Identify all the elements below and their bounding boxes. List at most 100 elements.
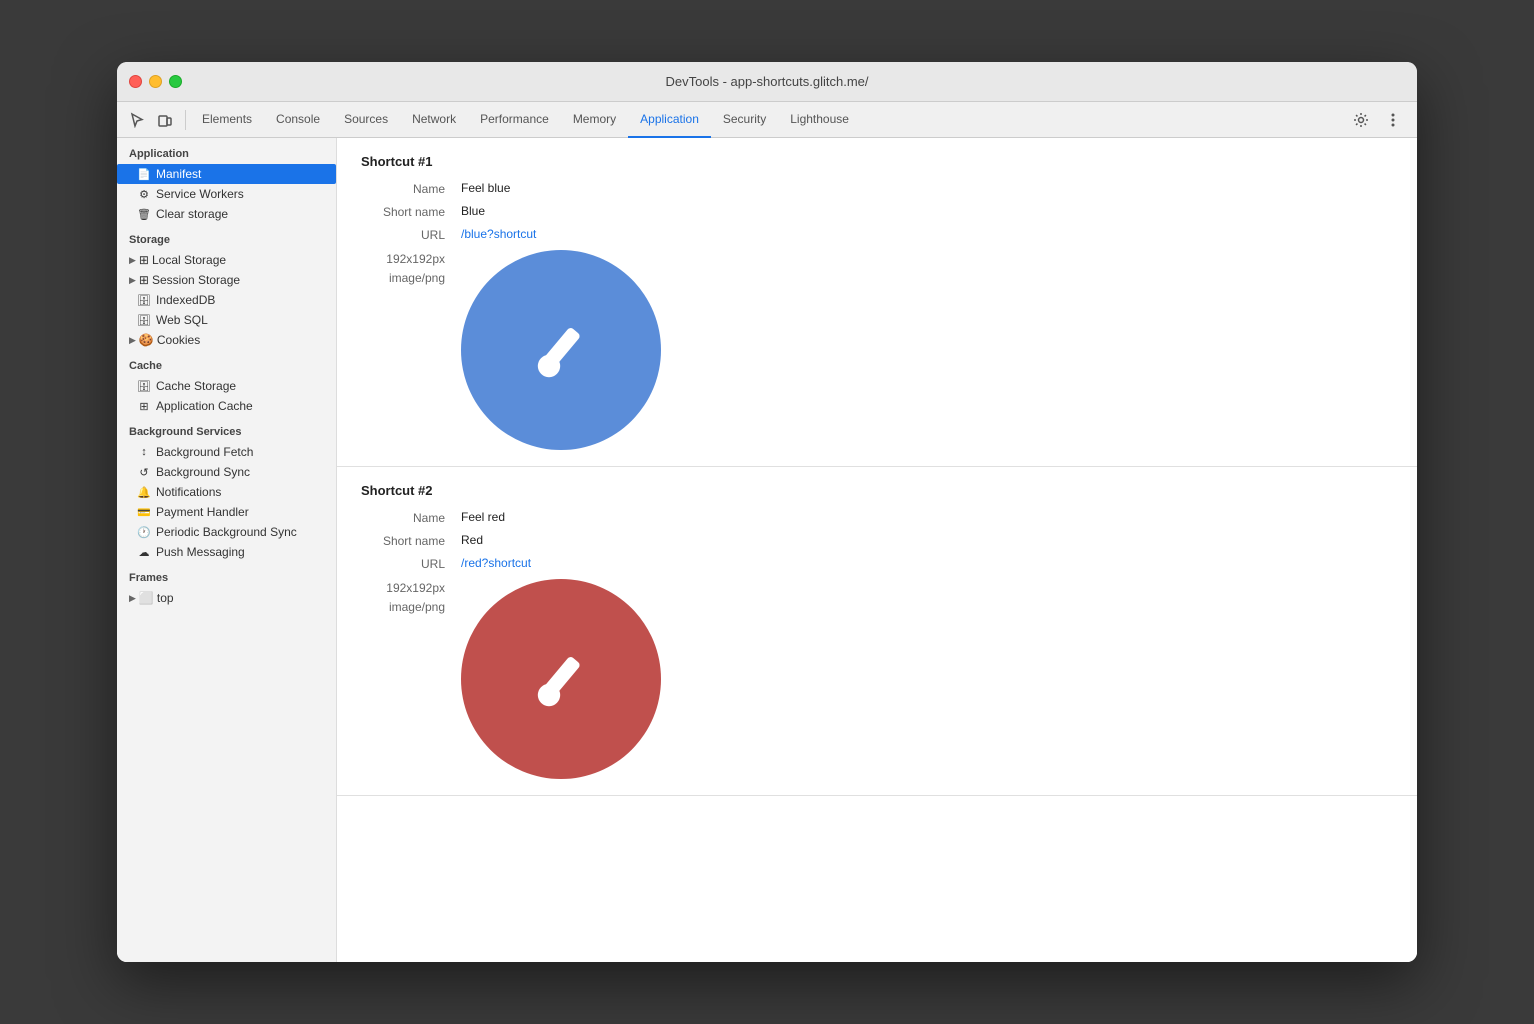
tab-sources[interactable]: Sources: [332, 102, 400, 138]
sidebar: Application 📄 Manifest ⚙ Service Workers…: [117, 138, 337, 962]
background-fetch-icon: ↕: [137, 446, 151, 458]
shortcut-2-url-link[interactable]: /red?shortcut: [461, 556, 531, 570]
sidebar-item-top[interactable]: ▶ ⬜ top: [117, 588, 336, 608]
paint-brush-icon-blue: [521, 310, 601, 390]
section-label-frames: Frames: [117, 562, 336, 588]
sidebar-item-application-cache-label: Application Cache: [156, 399, 253, 413]
sidebar-item-push-messaging-label: Push Messaging: [156, 545, 245, 559]
cookies-icon: 🍪: [139, 333, 154, 347]
short-name-label-2: Short name: [361, 533, 461, 548]
payment-handler-icon: 💳: [137, 506, 151, 519]
sidebar-item-background-fetch-label: Background Fetch: [156, 445, 253, 459]
expand-arrow-local-storage: ▶: [129, 255, 136, 266]
shortcut-1-image-type: image/png: [389, 271, 445, 285]
paint-brush-icon-red: [521, 639, 601, 719]
devtools-window: DevTools - app-shortcuts.glitch.me/ Elem…: [117, 62, 1417, 962]
shortcut-1-name-row: Name Feel blue: [361, 181, 1393, 196]
shortcut-1-image-container: 192x192px image/png: [361, 250, 1393, 450]
close-button[interactable]: [129, 75, 142, 88]
shortcut-2-url-row: URL /red?shortcut: [361, 556, 1393, 571]
section-label-background-services: Background Services: [117, 416, 336, 442]
sidebar-item-web-sql[interactable]: 🗄 Web SQL: [117, 310, 336, 330]
tab-memory[interactable]: Memory: [561, 102, 628, 138]
settings-icon[interactable]: [1349, 108, 1373, 132]
sidebar-item-clear-storage-label: Clear storage: [156, 207, 228, 221]
sidebar-item-background-sync-label: Background Sync: [156, 465, 250, 479]
sidebar-item-payment-handler[interactable]: 💳 Payment Handler: [117, 502, 336, 522]
section-label-application: Application: [117, 138, 336, 164]
sidebar-item-session-storage[interactable]: ▶ ⊞ Session Storage: [117, 270, 336, 290]
sidebar-item-indexeddb-label: IndexedDB: [156, 293, 215, 307]
more-icon[interactable]: [1381, 108, 1405, 132]
shortcut-2-short-name-value: Red: [461, 533, 483, 547]
tab-console[interactable]: Console: [264, 102, 332, 138]
title-bar: DevTools - app-shortcuts.glitch.me/: [117, 62, 1417, 102]
sidebar-item-cookies[interactable]: ▶ 🍪 Cookies: [117, 330, 336, 350]
shortcut-1-title: Shortcut #1: [361, 154, 1393, 169]
sidebar-item-push-messaging[interactable]: ☁ Push Messaging: [117, 542, 336, 562]
shortcut-1-image: [461, 250, 661, 450]
device-icon[interactable]: [153, 108, 177, 132]
tab-application[interactable]: Application: [628, 102, 711, 138]
shortcut-2-name-value: Feel red: [461, 510, 505, 524]
expand-arrow-top: ▶: [129, 593, 136, 604]
shortcut-2-title: Shortcut #2: [361, 483, 1393, 498]
sidebar-item-cache-storage-label: Cache Storage: [156, 379, 236, 393]
tab-performance[interactable]: Performance: [468, 102, 561, 138]
shortcut-1-image-label: 192x192px image/png: [361, 250, 461, 288]
tab-lighthouse[interactable]: Lighthouse: [778, 102, 861, 138]
shortcut-2-image: [461, 579, 661, 779]
tab-bar-actions: [1349, 108, 1409, 132]
sidebar-item-indexeddb[interactable]: 🗄 IndexedDB: [117, 290, 336, 310]
expand-arrow-cookies: ▶: [129, 335, 136, 346]
sidebar-item-background-fetch[interactable]: ↕ Background Fetch: [117, 442, 336, 462]
indexeddb-icon: 🗄: [137, 294, 151, 307]
sidebar-item-clear-storage[interactable]: 🗑 Clear storage: [117, 204, 336, 224]
shortcut-2-image-label: 192x192px image/png: [361, 579, 461, 617]
sidebar-item-service-workers-label: Service Workers: [156, 187, 244, 201]
sidebar-item-payment-handler-label: Payment Handler: [156, 505, 249, 519]
shortcut-1-image-size: 192x192px: [386, 252, 445, 266]
shortcut-1-url-row: URL /blue?shortcut: [361, 227, 1393, 242]
shortcut-1-short-name-value: Blue: [461, 204, 485, 218]
push-messaging-icon: ☁: [137, 546, 151, 559]
cursor-icon[interactable]: [125, 108, 149, 132]
shortcut-1-section: Shortcut #1 Name Feel blue Short name Bl…: [337, 138, 1417, 467]
tab-separator: [185, 110, 186, 130]
maximize-button[interactable]: [169, 75, 182, 88]
application-cache-icon: ⊞: [137, 400, 151, 413]
cache-storage-icon: 🗄: [137, 380, 151, 393]
short-name-label: Short name: [361, 204, 461, 219]
section-label-storage: Storage: [117, 224, 336, 250]
sidebar-item-manifest[interactable]: 📄 Manifest: [117, 164, 336, 184]
tab-network[interactable]: Network: [400, 102, 468, 138]
sidebar-item-background-sync[interactable]: ↺ Background Sync: [117, 462, 336, 482]
sidebar-item-notifications[interactable]: 🔔 Notifications: [117, 482, 336, 502]
sidebar-item-application-cache[interactable]: ⊞ Application Cache: [117, 396, 336, 416]
shortcut-2-short-name-row: Short name Red: [361, 533, 1393, 548]
shortcut-2-image-container: 192x192px image/png: [361, 579, 1393, 779]
section-label-cache: Cache: [117, 350, 336, 376]
minimize-button[interactable]: [149, 75, 162, 88]
shortcut-2-image-size: 192x192px: [386, 581, 445, 595]
shortcut-1-url-link[interactable]: /blue?shortcut: [461, 227, 536, 241]
session-storage-icon: ⊞: [139, 273, 149, 287]
sidebar-item-periodic-background-sync[interactable]: 🕐 Periodic Background Sync: [117, 522, 336, 542]
expand-arrow-session-storage: ▶: [129, 275, 136, 286]
service-workers-icon: ⚙: [137, 188, 151, 201]
main-area: Application 📄 Manifest ⚙ Service Workers…: [117, 138, 1417, 962]
sidebar-item-manifest-label: Manifest: [156, 167, 201, 181]
sidebar-item-service-workers[interactable]: ⚙ Service Workers: [117, 184, 336, 204]
shortcut-1-short-name-row: Short name Blue: [361, 204, 1393, 219]
periodic-background-sync-icon: 🕐: [137, 526, 151, 539]
tab-security[interactable]: Security: [711, 102, 778, 138]
sidebar-item-cache-storage[interactable]: 🗄 Cache Storage: [117, 376, 336, 396]
tab-elements[interactable]: Elements: [190, 102, 264, 138]
url-label-2: URL: [361, 556, 461, 571]
shortcut-2-image-type: image/png: [389, 600, 445, 614]
sidebar-item-cookies-label: Cookies: [157, 333, 200, 347]
sidebar-item-local-storage[interactable]: ▶ ⊞ Local Storage: [117, 250, 336, 270]
shortcut-1-name-value: Feel blue: [461, 181, 510, 195]
sidebar-item-web-sql-label: Web SQL: [156, 313, 208, 327]
background-sync-icon: ↺: [137, 466, 151, 479]
